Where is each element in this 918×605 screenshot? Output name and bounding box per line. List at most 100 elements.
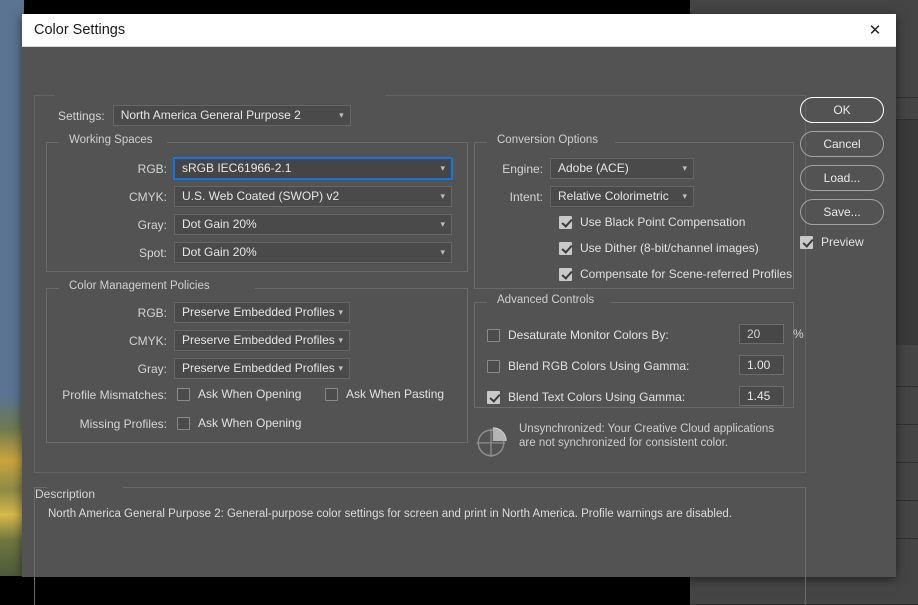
color-management-policies-group: Color Management Policies RGB: Preserve …: [46, 288, 468, 443]
compensate-scene-referred-label: Compensate for Scene-referred Profiles: [580, 267, 792, 281]
blend-rgb-gamma-label: Blend RGB Colors Using Gamma:: [508, 359, 689, 373]
chevron-down-icon: ▾: [339, 106, 344, 125]
policy-rgb-label: RGB:: [61, 306, 167, 320]
working-space-rgb-row: RGB: sRGB IEC61966-2.1 ▾: [61, 158, 452, 179]
working-space-spot-label: Spot:: [61, 246, 167, 260]
missing-profiles-label: Missing Profiles:: [61, 417, 167, 431]
missing-profiles-ask-opening-checkbox[interactable]: Ask When Opening: [177, 416, 301, 430]
policy-rgb-dropdown[interactable]: Preserve Embedded Profiles ▾: [174, 302, 350, 323]
chevron-down-icon: ▾: [682, 187, 687, 206]
conversion-engine-dropdown[interactable]: Adobe (ACE) ▾: [550, 158, 694, 179]
blend-rgb-gamma-input[interactable]: 1.00: [739, 355, 784, 375]
conversion-engine-value: Adobe (ACE): [558, 161, 629, 175]
profile-mismatch-ask-opening-label: Ask When Opening: [198, 387, 301, 401]
group-border: [475, 142, 487, 143]
group-border: [615, 142, 793, 143]
chevron-down-icon: ▾: [338, 359, 343, 378]
dialog-body: Settings: North America General Purpose …: [22, 47, 896, 577]
working-space-gray-label: Gray:: [61, 218, 167, 232]
conversion-engine-row: Engine: Adobe (ACE) ▾: [485, 158, 694, 179]
checkbox-icon: [800, 236, 813, 249]
desaturate-amount-input[interactable]: 20: [739, 324, 784, 344]
working-space-rgb-dropdown[interactable]: sRGB IEC61966-2.1 ▾: [174, 158, 452, 179]
working-space-spot-dropdown[interactable]: Dot Gain 20% ▾: [174, 242, 452, 263]
desaturate-percent-unit: %: [793, 327, 804, 341]
preview-checkbox[interactable]: Preview: [800, 235, 884, 249]
conversion-options-legend: Conversion Options: [492, 134, 603, 146]
group-border: [475, 302, 487, 303]
desaturate-monitor-colors-checkbox[interactable]: Desaturate Monitor Colors By:: [487, 328, 669, 342]
conversion-intent-dropdown[interactable]: Relative Colorimetric ▾: [550, 186, 694, 207]
save-button[interactable]: Save...: [800, 199, 884, 225]
checkbox-icon: [487, 360, 500, 373]
cancel-button[interactable]: Cancel: [800, 131, 884, 157]
policy-cmyk-row: CMYK: Preserve Embedded Profiles ▾: [61, 330, 350, 351]
checkbox-icon: [559, 242, 572, 255]
description-legend: Description: [35, 487, 805, 501]
working-space-cmyk-row: CMYK: U.S. Web Coated (SWOP) v2 ▾: [61, 186, 452, 207]
preview-label: Preview: [821, 235, 864, 249]
working-space-cmyk-label: CMYK:: [61, 190, 167, 204]
page-title: Color Settings: [34, 22, 125, 38]
sync-status-text: Unsynchronized: Your Creative Cloud appl…: [519, 422, 774, 450]
checkbox-icon: [177, 388, 190, 401]
profile-mismatches-label: Profile Mismatches:: [61, 388, 167, 402]
working-space-rgb-value: sRGB IEC61966-2.1: [182, 161, 291, 175]
working-space-spot-value: Dot Gain 20%: [182, 245, 257, 259]
advanced-controls-legend: Advanced Controls: [492, 294, 599, 306]
policy-gray-label: Gray:: [61, 362, 167, 376]
use-dither-label: Use Dither (8-bit/channel images): [580, 241, 759, 255]
close-icon[interactable]: ✕: [860, 18, 890, 44]
working-space-gray-value: Dot Gain 20%: [182, 217, 257, 231]
policy-cmyk-label: CMYK:: [61, 334, 167, 348]
policy-gray-dropdown[interactable]: Preserve Embedded Profiles ▾: [174, 358, 350, 379]
policies-legend: Color Management Policies: [64, 280, 215, 292]
sync-status-line1: Unsynchronized: Your Creative Cloud appl…: [519, 422, 774, 436]
use-black-point-compensation-checkbox[interactable]: Use Black Point Compensation: [559, 215, 745, 229]
chevron-down-icon: ▾: [338, 331, 343, 350]
load-button[interactable]: Load...: [800, 165, 884, 191]
policy-cmyk-dropdown[interactable]: Preserve Embedded Profiles ▾: [174, 330, 350, 351]
checkbox-icon: [487, 329, 500, 342]
policy-rgb-row: RGB: Preserve Embedded Profiles ▾: [61, 302, 350, 323]
desaturate-monitor-colors-label: Desaturate Monitor Colors By:: [508, 328, 669, 342]
blend-text-gamma-checkbox[interactable]: Blend Text Colors Using Gamma:: [487, 390, 685, 404]
blend-rgb-gamma-checkbox[interactable]: Blend RGB Colors Using Gamma:: [487, 359, 689, 373]
policy-cmyk-value: Preserve Embedded Profiles: [182, 333, 335, 347]
dialog-button-column: OK Cancel Load... Save... Preview: [800, 97, 884, 249]
settings-row: Settings: North America General Purpose …: [58, 105, 351, 126]
working-space-cmyk-value: U.S. Web Coated (SWOP) v2: [182, 189, 339, 203]
chevron-down-icon: ▾: [440, 187, 445, 206]
use-dither-checkbox[interactable]: Use Dither (8-bit/channel images): [559, 241, 759, 255]
group-border: [255, 288, 467, 289]
profile-mismatch-ask-pasting-checkbox[interactable]: Ask When Pasting: [325, 387, 444, 401]
description-group: Description North America General Purpos…: [34, 487, 806, 605]
group-border: [167, 142, 467, 143]
color-settings-dialog: Color Settings ✕ Settings: North America…: [22, 14, 896, 577]
working-space-gray-dropdown[interactable]: Dot Gain 20% ▾: [174, 214, 452, 235]
conversion-engine-label: Engine:: [485, 162, 543, 176]
conversion-intent-label: Intent:: [485, 190, 543, 204]
policy-gray-row: Gray: Preserve Embedded Profiles ▾: [61, 358, 350, 379]
working-space-rgb-label: RGB:: [61, 162, 167, 176]
chevron-down-icon: ▾: [440, 159, 445, 178]
checkbox-icon: [325, 388, 338, 401]
background-photo: [0, 0, 24, 576]
policy-rgb-value: Preserve Embedded Profiles: [182, 305, 335, 319]
profile-mismatch-ask-pasting-label: Ask When Pasting: [346, 387, 444, 401]
chevron-down-icon: ▾: [440, 215, 445, 234]
working-spaces-group: Working Spaces RGB: sRGB IEC61966-2.1 ▾ …: [46, 142, 468, 272]
group-border: [47, 288, 59, 289]
blend-text-gamma-input[interactable]: 1.45: [739, 386, 784, 406]
profile-mismatch-ask-opening-checkbox[interactable]: Ask When Opening: [177, 387, 301, 401]
use-black-point-compensation-label: Use Black Point Compensation: [580, 215, 745, 229]
compensate-scene-referred-checkbox[interactable]: Compensate for Scene-referred Profiles: [559, 267, 792, 281]
advanced-controls-group: Advanced Controls Desaturate Monitor Col…: [474, 302, 794, 408]
working-spaces-legend: Working Spaces: [64, 134, 158, 146]
ok-button[interactable]: OK: [800, 97, 884, 123]
color-sync-icon: [474, 424, 508, 458]
working-space-spot-row: Spot: Dot Gain 20% ▾: [61, 242, 452, 263]
checkbox-icon: [559, 268, 572, 281]
settings-preset-dropdown[interactable]: North America General Purpose 2 ▾: [113, 105, 351, 126]
working-space-cmyk-dropdown[interactable]: U.S. Web Coated (SWOP) v2 ▾: [174, 186, 452, 207]
